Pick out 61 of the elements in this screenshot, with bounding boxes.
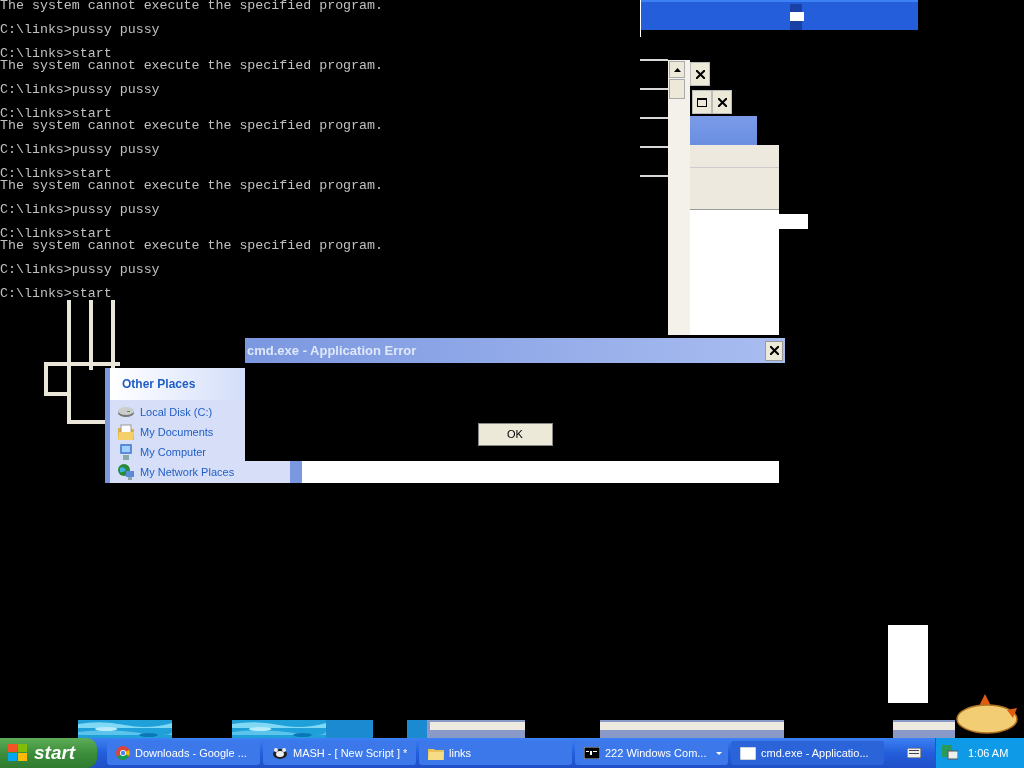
console-line: C:\links>start	[0, 48, 112, 60]
network-icon	[117, 464, 134, 480]
documents-icon	[117, 424, 134, 440]
scroll-up-button[interactable]	[669, 61, 685, 78]
ok-button[interactable]: OK	[477, 423, 553, 446]
animal-icon	[955, 692, 1020, 735]
task-label: Downloads - Google ...	[135, 745, 248, 761]
console-line: C:\links>start	[0, 108, 112, 120]
window-fragment	[893, 720, 955, 738]
place-link[interactable]: My Computer	[117, 444, 290, 460]
console-line: C:\links>start	[0, 168, 112, 180]
close-icon	[717, 97, 727, 107]
place-link[interactable]: Local Disk (C:)	[117, 404, 290, 420]
console-line: The system cannot execute the specified program.	[0, 240, 383, 252]
console-line: The system cannot execute the specified program.	[0, 0, 383, 12]
console-line: The system cannot execute the specified program.	[0, 60, 383, 72]
start-button[interactable]: start	[0, 738, 97, 768]
window-icon	[740, 746, 756, 760]
console-line: C:\links>start	[0, 288, 113, 300]
browser-icon	[116, 746, 130, 760]
taskbar-button[interactable]: MASH - [ New Script ] *	[263, 741, 416, 765]
window-title: cmd.exe - Application Error	[247, 341, 417, 360]
clock: 1:06 AM	[968, 745, 1009, 761]
network-icon	[942, 745, 958, 761]
maximize-button[interactable]	[692, 90, 712, 114]
panel-title: Other Places	[122, 376, 196, 393]
place-link[interactable]: My Network Places	[117, 464, 290, 480]
task-label: cmd.exe - Applicatio...	[761, 745, 870, 761]
keyboard-icon	[907, 748, 921, 758]
taskbar-button[interactable]: links	[419, 741, 572, 765]
console-line: C:\links>start	[0, 228, 112, 240]
creature-icon	[272, 746, 288, 760]
close-button[interactable]	[765, 340, 783, 361]
window-fragment	[326, 720, 373, 738]
task-label: MASH - [ New Script ] *	[293, 745, 409, 761]
computer-icon	[118, 444, 133, 460]
maximize-icon	[697, 97, 707, 107]
taskbar-button[interactable]: Downloads - Google ...	[107, 741, 260, 765]
console-line: C:\links>pussy pussy	[0, 204, 161, 216]
console-line: C:\links>pussy pussy	[0, 144, 161, 156]
console-line: C:\links>pussy pussy	[0, 264, 161, 276]
close-button[interactable]	[712, 90, 732, 114]
scroll-thumb[interactable]	[669, 79, 685, 99]
console-line: C:\links>pussy pussy	[0, 24, 161, 36]
scrollbar[interactable]	[668, 60, 690, 335]
close-icon	[695, 69, 705, 79]
place-link[interactable]: My Documents	[117, 424, 290, 440]
console-icon	[584, 747, 600, 759]
task-label: links	[449, 745, 472, 761]
windows-logo-icon	[8, 744, 28, 762]
close-button[interactable]	[690, 62, 710, 86]
up-arrow-icon	[673, 67, 681, 72]
drive-icon	[117, 406, 134, 418]
task-label: 222 Windows Com...	[605, 745, 708, 761]
console-line: The system cannot execute the specified program.	[0, 120, 383, 132]
taskbar-button[interactable]: 222 Windows Com...	[575, 741, 728, 765]
taskbar-button[interactable]: cmd.exe - Applicatio...	[731, 741, 884, 765]
console-line: C:\links>pussy pussy	[0, 84, 161, 96]
console-line: The system cannot execute the specified program.	[0, 180, 383, 192]
folder-icon	[428, 746, 444, 760]
close-icon	[769, 346, 779, 355]
